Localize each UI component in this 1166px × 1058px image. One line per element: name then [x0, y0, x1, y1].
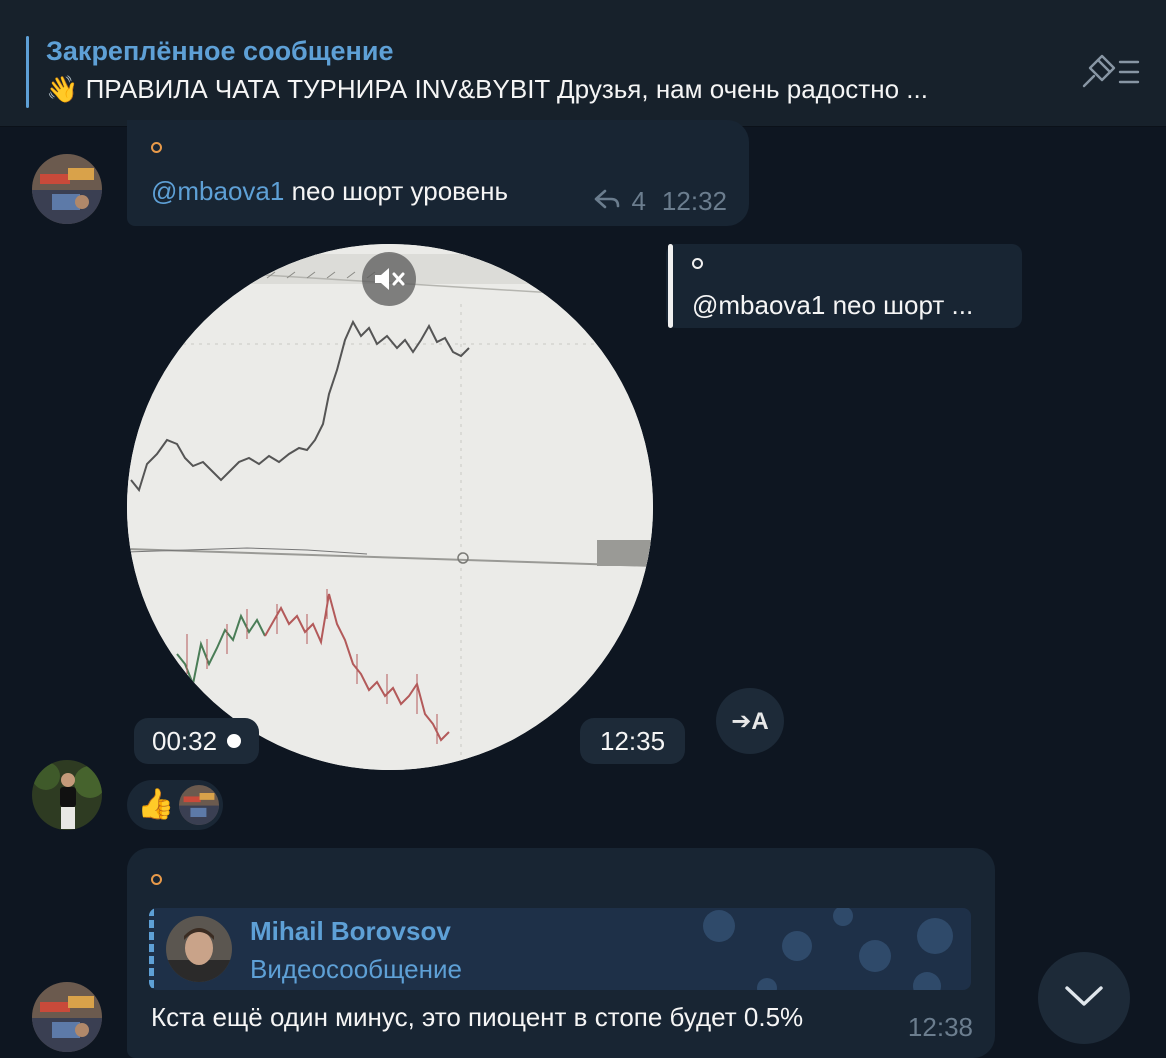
- reply-accent-bar: [668, 244, 673, 328]
- reply-preview[interactable]: @mbaova1 neo шорт ...: [666, 244, 1022, 328]
- scroll-to-bottom-button[interactable]: [1038, 952, 1130, 1044]
- message-body: neo шорт уровень: [284, 176, 509, 206]
- thumbs-up-reaction[interactable]: 👍: [137, 789, 174, 821]
- message-text: @mbaova1 neo шорт уровень: [151, 176, 508, 207]
- mention-link[interactable]: @mbaova1: [151, 176, 284, 206]
- message-time: 12:32: [661, 186, 727, 216]
- message-text: Кста ещё один минус, это пиоцент в стопе…: [151, 1002, 804, 1032]
- quote-accent-bar: [149, 908, 154, 990]
- chevron-down-icon: [1064, 984, 1104, 1013]
- status-dot: [151, 142, 162, 153]
- reply-preview-text: @mbaova1 neo шорт ...: [692, 290, 974, 320]
- quote-pattern: [703, 908, 953, 990]
- quote-avatar: [166, 916, 232, 982]
- pinned-title: Закреплённое сообщение: [46, 36, 394, 66]
- mute-icon[interactable]: [362, 252, 416, 306]
- message-time: 12:38: [907, 1012, 973, 1042]
- translate-icon[interactable]: ➔A: [716, 688, 784, 754]
- avatar[interactable]: [32, 154, 102, 224]
- avatar[interactable]: [32, 760, 102, 830]
- status-dot: [151, 874, 162, 885]
- message-bubble[interactable]: @mbaova1 neo шорт уровень 4 12:32: [127, 120, 749, 226]
- video-time: 12:35: [580, 718, 686, 764]
- quote-author: Mihail Borovsov: [250, 916, 451, 946]
- message-bubble[interactable]: Mihail Borovsov Видеосообщение Кста ещё …: [127, 848, 995, 1058]
- status-dot: [692, 258, 703, 269]
- quoted-message[interactable]: Mihail Borovsov Видеосообщение: [149, 908, 971, 990]
- quote-type: Видеосообщение: [250, 954, 462, 984]
- record-dot-icon: [227, 734, 242, 748]
- pinned-accent-bar: [26, 36, 29, 108]
- pin-list-icon[interactable]: [1080, 52, 1142, 92]
- avatar[interactable]: [32, 982, 102, 1052]
- video-message[interactable]: [127, 244, 653, 770]
- message-meta: 4 12:32: [593, 186, 727, 217]
- reply-count: 4: [631, 186, 646, 216]
- reply-arrow-icon[interactable]: [593, 186, 621, 217]
- pinned-message-bar[interactable]: Закреплённое сообщение 👋 ПРАВИЛА ЧАТА ТУ…: [0, 0, 1166, 127]
- reaction-bar[interactable]: 👍: [127, 780, 223, 830]
- duration-text: 00:32: [152, 725, 218, 756]
- reaction-avatar: [179, 785, 219, 825]
- video-duration: 00:32: [134, 718, 260, 764]
- pinned-text: 👋 ПРАВИЛА ЧАТА ТУРНИРА INV&BYBIT Друзья,…: [46, 74, 928, 104]
